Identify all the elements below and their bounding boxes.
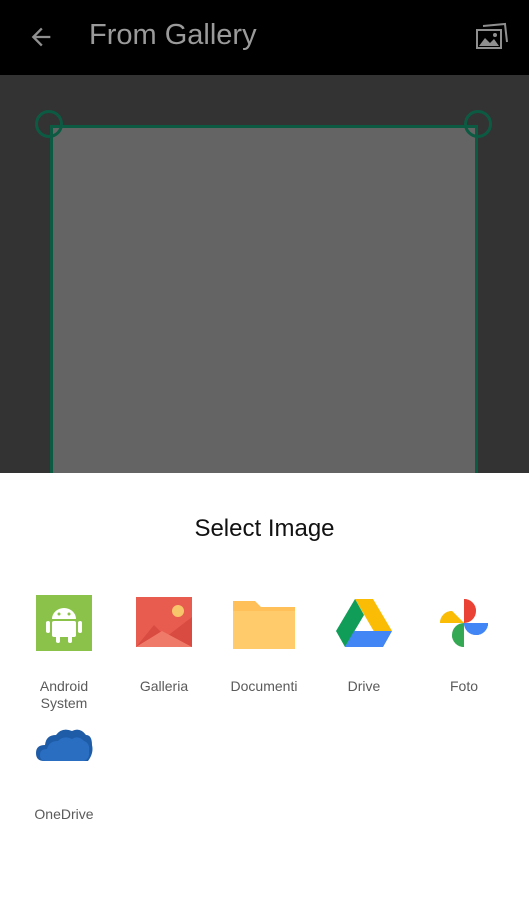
- photos-pinwheel-icon: [434, 593, 494, 653]
- back-button[interactable]: [18, 14, 64, 60]
- app-onedrive[interactable]: OneDrive: [14, 721, 114, 823]
- app-drive[interactable]: Drive: [314, 593, 414, 695]
- gallery-icon: [134, 593, 194, 653]
- app-label: Foto: [449, 678, 478, 694]
- app-android-system[interactable]: Android System: [14, 593, 114, 712]
- crop-frame[interactable]: [50, 125, 478, 485]
- app-label: Drive: [347, 678, 381, 694]
- app-galleria[interactable]: Galleria: [114, 593, 214, 695]
- sheet-title: Select Image: [194, 515, 335, 542]
- drive-icon: [334, 593, 394, 653]
- app-bar: From Gallery: [0, 0, 529, 75]
- arrow-back-icon: [31, 27, 51, 47]
- cloud-icon: [34, 721, 94, 781]
- app-documenti[interactable]: Documenti: [214, 593, 314, 695]
- app-foto[interactable]: Foto: [414, 593, 514, 695]
- android-icon: [34, 593, 94, 653]
- gallery-image-icon: [476, 22, 508, 49]
- crop-handle-top-right[interactable]: [464, 110, 492, 138]
- app-label: Galleria: [139, 678, 189, 694]
- page-title: From Gallery: [89, 19, 257, 51]
- app-label: OneDrive: [34, 806, 94, 822]
- crop-canvas[interactable]: [0, 75, 529, 485]
- image-source-sheet: Select Image Android System Galleria Doc…: [0, 473, 529, 900]
- crop-handle-top-left[interactable]: [35, 110, 63, 138]
- folder-icon: [233, 593, 295, 653]
- gallery-button[interactable]: [469, 14, 515, 60]
- app-label: Android System: [39, 678, 89, 711]
- app-label: Documenti: [230, 678, 298, 694]
